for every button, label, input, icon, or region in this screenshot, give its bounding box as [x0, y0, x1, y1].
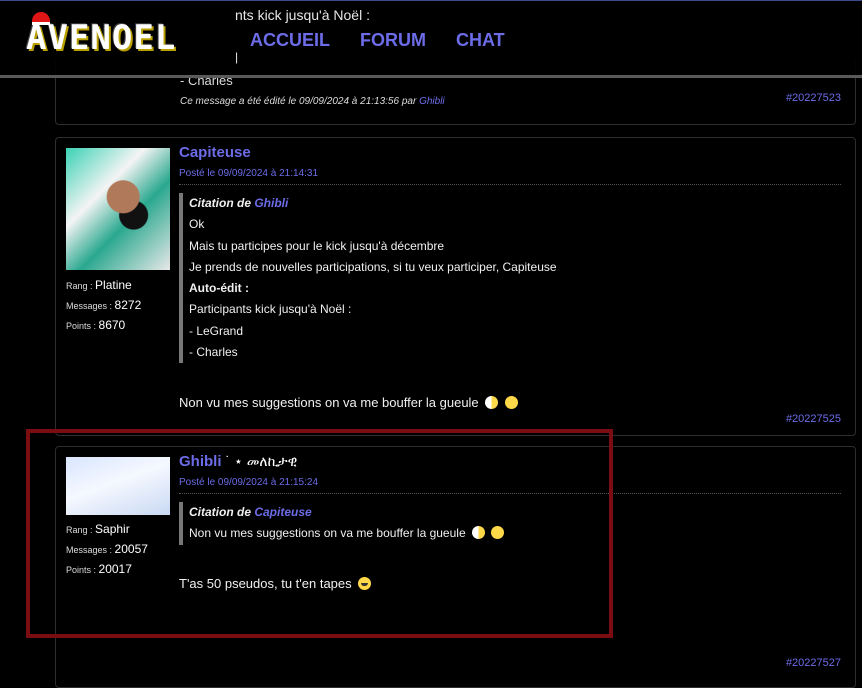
post-author-link[interactable]: Capiteuse: [179, 144, 251, 161]
rank-key: Rang: [66, 525, 88, 535]
points-value: 8670: [98, 318, 126, 332]
post-body-text: Non vu mes suggestions on va me bouffer …: [179, 395, 479, 410]
nav-accueil[interactable]: ACCUEIL: [250, 30, 330, 51]
post-author-link[interactable]: Ghibli: [179, 453, 222, 470]
scrolled-text-behind-header: nts kick jusqu'à Noël :: [235, 7, 370, 23]
quote-line: Non vu mes suggestions on va me bouffer …: [189, 523, 505, 544]
divider: [179, 493, 841, 494]
post-date: Posté le 09/09/2024 à 21:15:24: [179, 477, 319, 488]
points-key: Points: [66, 321, 92, 331]
user-stats: Rang : Platine Messages : 8272 Points : …: [66, 278, 142, 332]
smiley-emoji-icon: [491, 526, 505, 540]
scrolled-text-behind-header-2: |: [235, 50, 239, 64]
grin-emoji-icon: [358, 577, 372, 590]
quote-line: Mais tu participes pour le kick jusqu'à …: [189, 238, 445, 253]
quote-line: Ok: [189, 217, 205, 232]
rank-value: Platine: [95, 278, 132, 292]
post-id-link[interactable]: #20227527: [786, 657, 841, 669]
post-body: Non vu mes suggestions on va me bouffer …: [179, 395, 518, 410]
post-id-link[interactable]: #20227523: [786, 92, 841, 104]
forum-post: Rang : Platine Messages : 8272 Points : …: [55, 137, 856, 436]
quote-line: - Charles: [189, 345, 238, 360]
user-stats: Rang : Saphir Messages : 20057 Points : …: [66, 522, 148, 576]
messages-key: Messages: [66, 301, 108, 311]
santa-hat-icon: [32, 12, 50, 25]
points-value: 20017: [98, 562, 132, 576]
moon-emoji-icon: [485, 396, 499, 409]
quote-author-link[interactable]: Capiteuse: [254, 505, 311, 519]
avatar[interactable]: [66, 148, 170, 270]
main-nav: ACCUEIL FORUM CHAT: [250, 30, 505, 51]
quote-block: Citation de Capiteuse Non vu mes suggest…: [179, 502, 505, 545]
nav-forum[interactable]: FORUM: [360, 30, 426, 51]
quote-line: Participants kick jusqu'à Noël :: [189, 302, 352, 317]
post-id-link[interactable]: #20227525: [786, 413, 841, 425]
forum-post: Rang : Saphir Messages : 20057 Points : …: [55, 446, 856, 688]
quote-header-text: Citation de: [189, 505, 251, 519]
edit-notice: Ce message a été édité le 09/09/2024 à 2…: [180, 96, 445, 107]
quote-header: Citation de Ghibli: [189, 193, 557, 214]
smiley-emoji-icon: [504, 396, 518, 409]
rank-value: Saphir: [95, 522, 130, 536]
messages-value: 8272: [114, 298, 142, 312]
post-body: T'as 50 pseudos, tu t'en tapes: [179, 576, 372, 591]
edit-notice-author-link[interactable]: Ghibli: [419, 96, 445, 107]
post-author: Ghibli ˙ ⋆ መለኪታዊ: [179, 453, 297, 470]
quote-header-text: Citation de: [189, 196, 251, 210]
author-decoration: ˙ ⋆ መለኪታዊ: [225, 453, 298, 469]
post-body-text: T'as 50 pseudos, tu t'en tapes: [179, 576, 352, 591]
avatar[interactable]: [66, 457, 170, 515]
edit-notice-text: Ce message a été édité le 09/09/2024 à 2…: [180, 96, 417, 107]
quote-line: - LeGrand: [189, 323, 244, 338]
messages-key: Messages: [66, 545, 108, 555]
points-key: Points: [66, 565, 92, 575]
quote-block: Citation de Ghibli Ok Mais tu participes…: [179, 193, 557, 364]
quote-line: Je prends de nouvelles participations, s…: [189, 259, 557, 274]
nav-chat[interactable]: CHAT: [456, 30, 505, 51]
divider: [179, 184, 841, 185]
messages-value: 20057: [114, 542, 148, 556]
rank-key: Rang: [66, 281, 88, 291]
quote-author-link[interactable]: Ghibli: [254, 196, 288, 210]
moon-emoji-icon: [471, 526, 485, 540]
quote-header: Citation de Capiteuse: [189, 502, 504, 523]
post-date: Posté le 09/09/2024 à 21:14:31: [179, 168, 319, 179]
quote-line-text: Non vu mes suggestions on va me bouffer …: [189, 526, 466, 541]
quote-line-bold: Auto-édit :: [189, 281, 249, 296]
